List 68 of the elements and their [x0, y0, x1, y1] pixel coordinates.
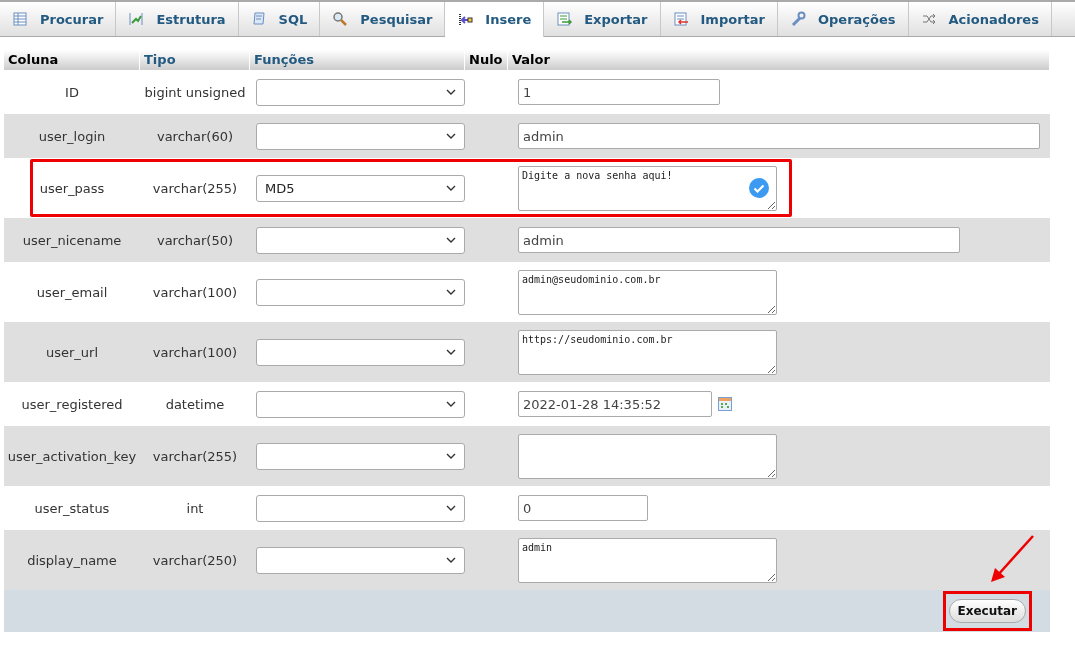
input-field[interactable]: admin — [518, 227, 960, 253]
text-area[interactable] — [518, 433, 777, 479]
scroll-icon — [250, 11, 267, 27]
table-cell-text: user_url — [44, 344, 100, 360]
function-dropdown[interactable] — [256, 494, 465, 522]
table-cell-text: user_email — [35, 284, 109, 300]
function-dropdown[interactable] — [256, 546, 465, 574]
wrench-icon — [789, 11, 806, 27]
function-dropdown[interactable] — [256, 278, 465, 306]
caret-icon — [446, 185, 456, 191]
caret-icon — [446, 89, 456, 95]
table-cell-text: varchar(250) — [151, 552, 239, 568]
caret-icon — [446, 557, 456, 563]
table-icon — [12, 11, 28, 27]
table-cell-text: user_activation_key — [6, 448, 138, 464]
function-dropdown[interactable] — [256, 226, 465, 254]
table-cell-text: user_pass — [38, 180, 106, 196]
table-cell-text: varchar(60) — [155, 128, 235, 144]
column-header: Coluna — [4, 50, 140, 70]
text-area[interactable]: admin — [518, 537, 777, 583]
text-area[interactable]: https://seudominio.com.br — [518, 329, 777, 375]
table-cell-text: user_status — [33, 500, 111, 516]
table-cell-text: ID — [64, 84, 80, 100]
function-dropdown[interactable] — [256, 122, 465, 150]
function-dropdown[interactable]: MD5 — [256, 174, 465, 202]
chart-icon — [128, 11, 145, 27]
input-field[interactable]: 0 — [518, 495, 648, 521]
table-cell-text: varchar(255) — [151, 448, 239, 464]
text-area[interactable]: admin@seudominio.com.br — [518, 269, 777, 315]
table-cell-text: varchar(100) — [151, 284, 239, 300]
caret-icon — [446, 349, 456, 355]
table-cell-text: int — [185, 500, 205, 516]
table-cell-text: display_name — [26, 552, 118, 568]
table-cell-text: varchar(255) — [151, 180, 239, 196]
table-cell-text: user_nicename — [21, 232, 123, 248]
column-header[interactable]: Tipo — [140, 50, 250, 70]
tab[interactable]: Insere — [445, 2, 545, 37]
calendar-icon[interactable] — [718, 397, 732, 411]
table-cell-text: user_registered — [20, 396, 124, 412]
input-field[interactable]: 2022-01-28 14:35:52 — [518, 391, 712, 417]
caret-icon — [446, 401, 456, 407]
column-header: Nulo — [465, 50, 508, 70]
import-icon — [672, 11, 689, 27]
function-dropdown[interactable] — [256, 390, 465, 418]
caret-icon — [446, 289, 456, 295]
execute-button[interactable]: Executar — [948, 599, 1026, 623]
table-cell-text: user_login — [37, 128, 107, 144]
input-field[interactable]: admin — [518, 123, 1040, 149]
column-header[interactable]: Funções — [250, 50, 465, 70]
table-cell-text: datetime — [164, 396, 226, 412]
function-dropdown[interactable] — [256, 338, 465, 366]
input-field[interactable]: 1 — [518, 79, 720, 105]
caret-icon — [446, 505, 456, 511]
function-dropdown[interactable] — [256, 442, 465, 470]
shuffle-icon — [920, 11, 937, 27]
export-icon — [556, 11, 573, 27]
caret-icon — [446, 133, 456, 139]
search-icon — [332, 11, 349, 27]
table-cell-text: varchar(100) — [151, 344, 239, 360]
arrow-annotation — [989, 534, 1035, 584]
text-area[interactable]: Digite a nova senha aqui! — [518, 165, 777, 211]
column-header: Valor — [508, 50, 1050, 70]
insert-icon — [457, 11, 474, 28]
caret-icon — [446, 237, 456, 243]
table-cell-text: bigint unsigned — [143, 84, 247, 100]
function-dropdown[interactable] — [256, 78, 465, 106]
table-cell-text: varchar(50) — [155, 232, 235, 248]
caret-icon — [446, 453, 456, 459]
